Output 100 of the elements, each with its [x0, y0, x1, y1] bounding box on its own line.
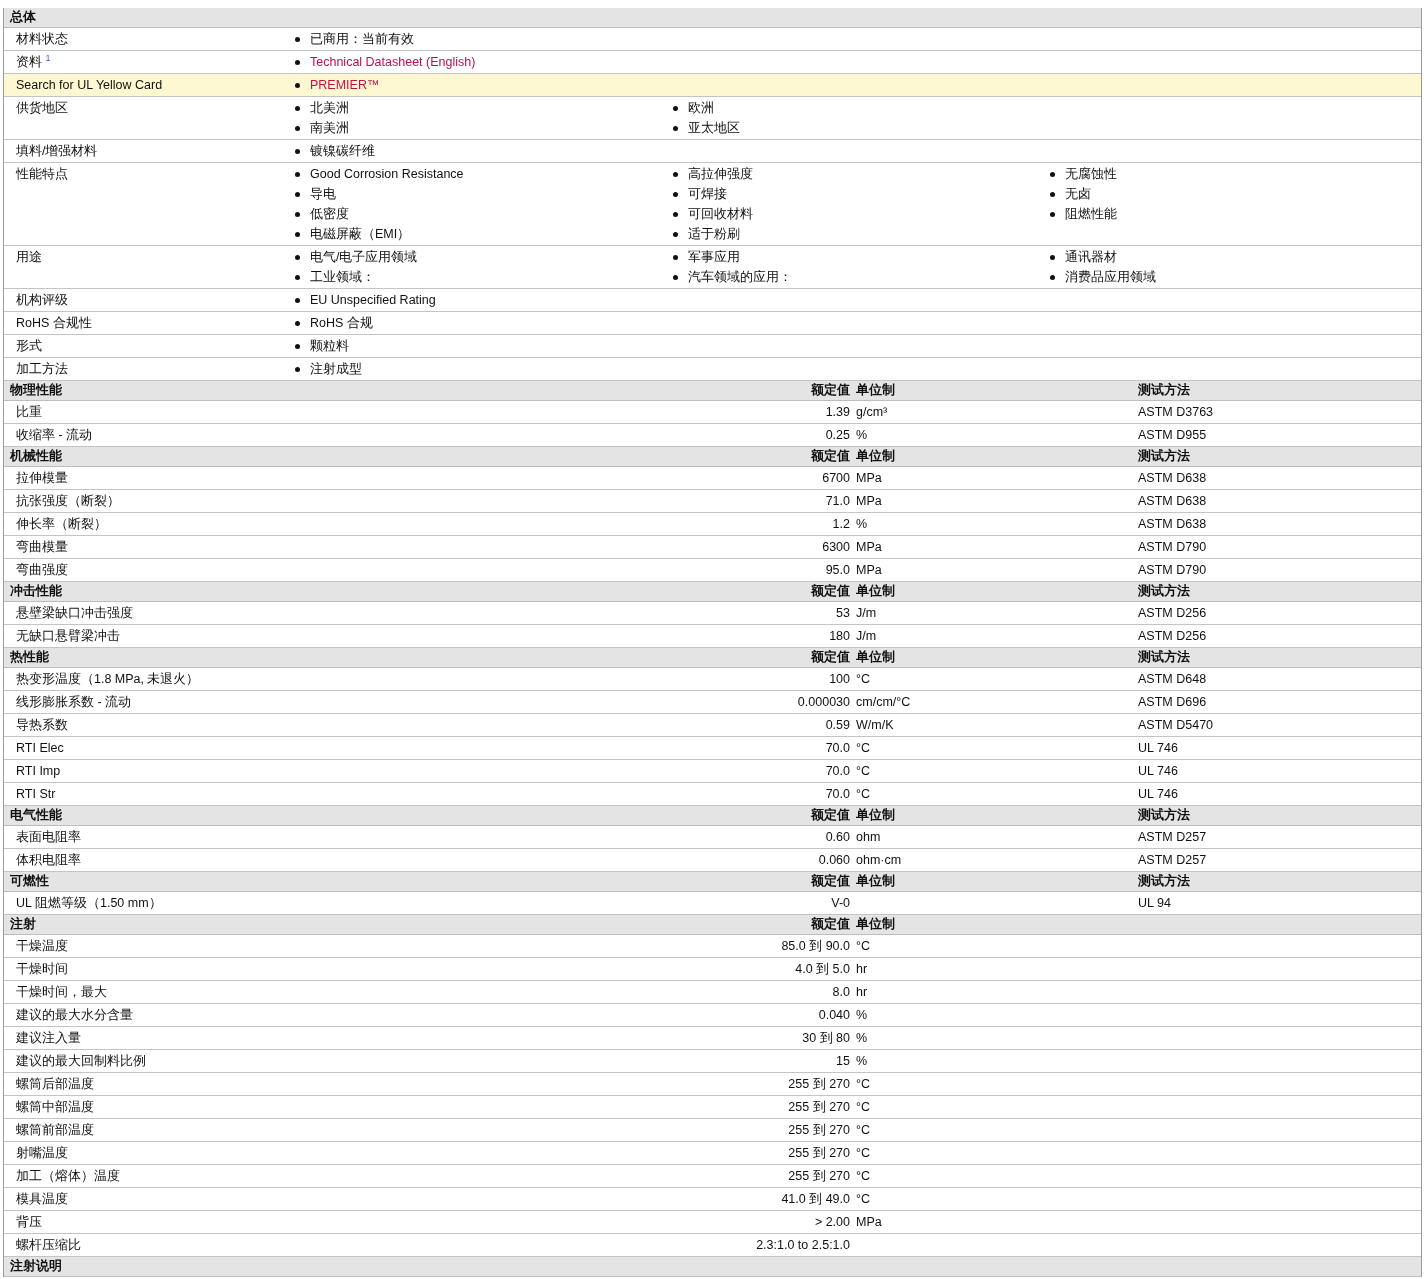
value-cell-text: 255 到 270	[787, 1099, 850, 1116]
method-cell: ASTM D648	[1138, 672, 1207, 686]
unit-cell: g/cm³	[856, 405, 888, 419]
section-header: 可燃性 额定值 单位制 测试方法	[4, 872, 1421, 892]
value-cell-text: 255 到 270	[787, 1076, 850, 1093]
row-label: 资料 $^{1}$	[15, 52, 52, 71]
row-label: 体积电阻率	[15, 852, 82, 869]
section-header: 注射 额定值 单位制	[4, 915, 1421, 935]
bullet-icon	[295, 231, 300, 237]
section-header: 电气性能 额定值 单位制 测试方法	[4, 806, 1421, 826]
method-cell: ASTM D257	[1138, 853, 1207, 867]
unit-cell: °C	[856, 741, 871, 755]
row-label: RTI Str	[15, 786, 57, 803]
value-cell-text: 0.60	[824, 829, 850, 846]
unit-cell: ohm	[856, 830, 881, 844]
bullet-icon	[295, 191, 300, 197]
row-label: 干燥时间	[15, 961, 69, 978]
unit-cell: %	[856, 1031, 868, 1045]
property-value: 北美洲	[310, 100, 349, 117]
row-label: 螺筒前部温度	[15, 1122, 95, 1139]
method-cell: ASTM D696	[1138, 695, 1207, 709]
bullet-icon	[295, 82, 300, 88]
bullet-icon	[295, 254, 300, 260]
row-label: UL 阻燃等级（1.50 mm）	[15, 895, 163, 912]
unit-cell: °C	[856, 1123, 871, 1137]
row-label: 无缺口悬臂梁冲击	[15, 628, 121, 645]
bullet-icon	[673, 211, 678, 217]
bullet-icon	[295, 59, 300, 65]
value-cell-text: 15	[835, 1053, 850, 1070]
bullet-icon	[295, 320, 300, 326]
bullet-icon	[673, 274, 678, 280]
unit-cell: MPa	[856, 1215, 882, 1229]
section-header: 机械性能 额定值 单位制 测试方法	[4, 447, 1421, 467]
value-cell-text: 255 到 270	[787, 1122, 850, 1139]
method-cell: ASTM D5470	[1138, 718, 1214, 732]
method-cell: ASTM D790	[1138, 540, 1207, 554]
method-cell: UL 746	[1138, 764, 1178, 778]
bullet-icon	[1050, 254, 1055, 260]
property-value: 镀镍碳纤维	[310, 143, 375, 160]
row-label: 比重	[15, 404, 43, 421]
property-value: 可焊接	[688, 186, 727, 203]
unit-cell: °C	[856, 787, 871, 801]
property-value: 无腐蚀性	[1065, 166, 1117, 183]
value-cell-text: 30 到 80	[801, 1030, 850, 1047]
row-label: 螺杆压缩比	[15, 1237, 82, 1254]
property-value: 工业领域：	[310, 269, 375, 286]
property-value: RoHS 合规	[310, 315, 373, 332]
bullet-icon	[295, 148, 300, 154]
method-cell: ASTM D256	[1138, 629, 1207, 643]
property-value: 适于粉刷	[688, 226, 740, 243]
row-label: Search for UL Yellow Card	[15, 77, 164, 94]
row-label: 材料状态	[15, 31, 69, 48]
property-value: 可回收材料	[688, 206, 753, 223]
value-cell-text: 41.0 到 49.0	[780, 1191, 850, 1208]
datasheet-link[interactable]: PREMIER™	[310, 75, 380, 95]
value-cell-text: 255 到 270	[787, 1145, 850, 1162]
row-label: 拉伸模量	[15, 470, 69, 487]
value-cell-text: 180	[828, 628, 850, 645]
row-label: 供货地区	[15, 100, 69, 117]
bullet-icon	[1050, 171, 1055, 177]
unit-cell: °C	[856, 1192, 871, 1206]
value-cell-text: > 2.00	[813, 1214, 850, 1231]
value-cell-text: 1.39	[824, 404, 850, 421]
value-cell-text: 53	[835, 605, 850, 622]
row-label: 干燥温度	[15, 938, 69, 955]
value-cell-text: 100	[828, 671, 850, 688]
unit-cell: cm/cm/°C	[856, 695, 911, 709]
value-cell-text: 6700	[821, 470, 850, 487]
value-cell-text: 70.0	[824, 740, 850, 757]
property-value: 阻燃性能	[1065, 206, 1117, 223]
value-cell-text: 70.0	[824, 786, 850, 803]
unit-cell: W/m/K	[856, 718, 894, 732]
row-label: 伸长率（断裂）	[15, 516, 108, 533]
property-value: 已商用：当前有效	[310, 31, 414, 48]
section-header: 物理性能 额定值 单位制 测试方法	[4, 381, 1421, 401]
row-label: 弯曲强度	[15, 562, 69, 579]
datasheet-link[interactable]: Technical Datasheet (English)	[310, 52, 476, 72]
bullet-icon	[673, 231, 678, 237]
bullet-icon	[295, 297, 300, 303]
section-header: 冲击性能 额定值 单位制 测试方法	[4, 582, 1421, 602]
unit-cell: °C	[856, 1077, 871, 1091]
row-label: 弯曲模量	[15, 539, 69, 556]
bullet-icon	[673, 254, 678, 260]
bullet-icon	[295, 366, 300, 372]
value-cell-text: 0.060	[817, 852, 850, 869]
row-label: 形式	[15, 338, 43, 355]
row-label: 线形膨胀系数 - 流动	[15, 694, 133, 711]
section-header: 注射说明	[4, 1257, 1421, 1277]
section-header: 热性能 额定值 单位制 测试方法	[4, 648, 1421, 668]
property-value: 电磁屏蔽（EMI）	[310, 226, 411, 243]
property-value: 电气/电子应用领域	[310, 249, 418, 266]
value-cell-text: 8.0	[831, 984, 850, 1001]
unit-cell: %	[856, 517, 868, 531]
method-cell: ASTM D256	[1138, 606, 1207, 620]
bullet-icon	[1050, 274, 1055, 280]
row-label: 加工（熔体）温度	[15, 1168, 121, 1185]
unit-cell: %	[856, 1008, 868, 1022]
property-value: 消费品应用领域	[1065, 269, 1156, 286]
row-label: 背压	[15, 1214, 43, 1231]
bullet-icon	[295, 274, 300, 280]
